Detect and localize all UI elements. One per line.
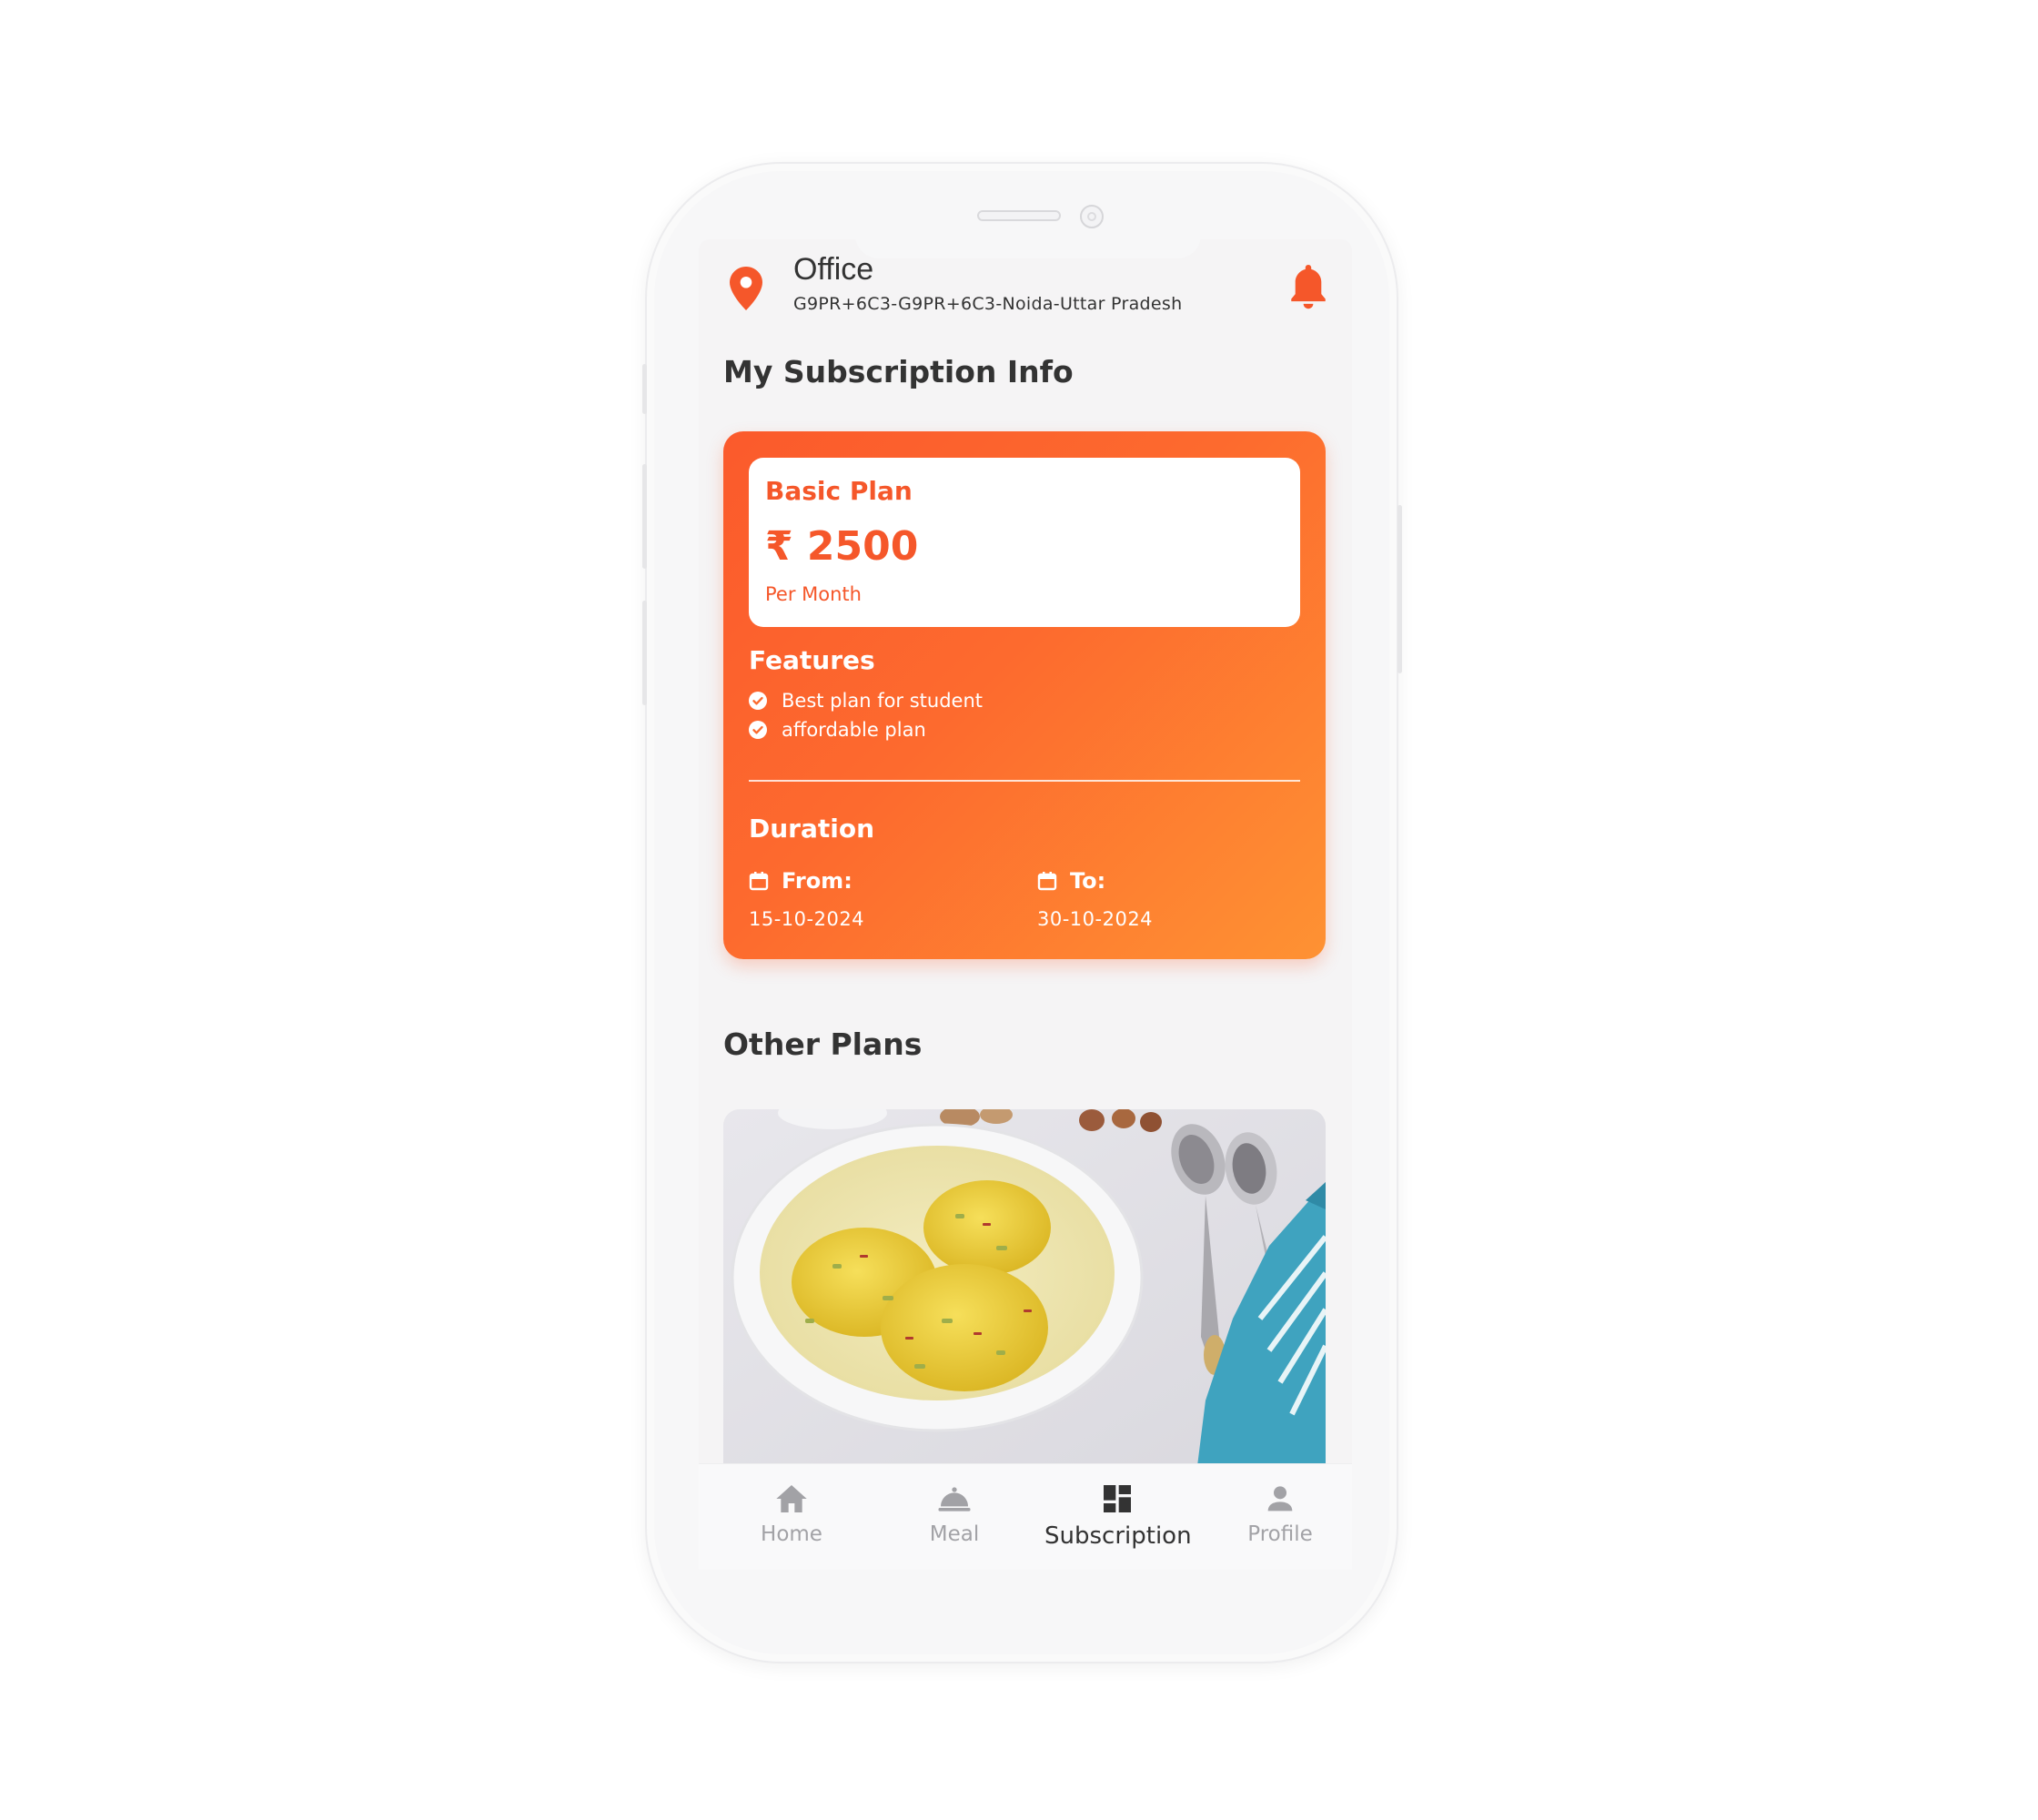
nav-item-subscription[interactable]: Subscription <box>1044 1481 1192 1550</box>
duration-heading: Duration <box>749 814 875 844</box>
location-title: Office <box>793 252 874 287</box>
card-divider <box>749 780 1300 782</box>
check-circle-icon <box>749 692 767 710</box>
plan-price: ₹ 2500 <box>765 523 919 570</box>
from-label: From: <box>782 868 853 894</box>
other-plan-card[interactable] <box>723 1109 1326 1463</box>
person-icon <box>1267 1486 1293 1512</box>
home-icon <box>776 1485 807 1512</box>
check-circle-icon <box>749 721 767 739</box>
to-date: 30-10-2024 <box>1037 908 1154 930</box>
location-address: G9PR+6C3-G9PR+6C3-Noida-Uttar Pradesh <box>793 294 1183 314</box>
plan-name: Basic Plan <box>765 476 913 506</box>
plan-food-image <box>723 1109 1326 1463</box>
nav-label: Profile <box>1247 1522 1313 1546</box>
bottom-nav-bar: Home Meal Subscription Profile <box>699 1463 1352 1570</box>
notification-bell-icon[interactable] <box>1288 265 1328 310</box>
dashboard-icon <box>1104 1485 1131 1512</box>
plan-price-box: Basic Plan ₹ 2500 Per Month <box>749 458 1300 627</box>
phone-side-button <box>642 601 647 705</box>
feature-text: affordable plan <box>782 719 926 741</box>
nav-label: Home <box>761 1522 822 1546</box>
map-pin-icon <box>730 267 762 310</box>
nav-item-home[interactable]: Home <box>719 1481 864 1546</box>
features-heading: Features <box>749 645 875 675</box>
current-plan-card[interactable]: Basic Plan ₹ 2500 Per Month Features Bes… <box>723 431 1326 959</box>
phone-side-button <box>642 464 647 569</box>
phone-notch <box>855 231 1201 258</box>
feature-item: affordable plan <box>749 717 926 743</box>
feature-item: Best plan for student <box>749 688 983 713</box>
app-screen: Office G9PR+6C3-G9PR+6C3-Noida-Uttar Pra… <box>699 239 1352 1463</box>
phone-side-button <box>642 364 647 414</box>
subscription-section-title: My Subscription Info <box>723 354 1074 389</box>
stage: Office G9PR+6C3-G9PR+6C3-Noida-Uttar Pra… <box>0 0 2038 1820</box>
nav-item-profile[interactable]: Profile <box>1207 1481 1353 1546</box>
feature-text: Best plan for student <box>782 690 984 712</box>
nav-label: Meal <box>929 1522 980 1546</box>
plan-period: Per Month <box>765 583 862 605</box>
to-label-row: To: <box>1037 868 1105 894</box>
other-plans-section-title: Other Plans <box>723 1026 923 1062</box>
calendar-icon <box>749 872 769 891</box>
calendar-icon <box>1037 872 1057 891</box>
phone-speaker <box>977 210 1061 221</box>
nav-item-meal[interactable]: Meal <box>882 1481 1027 1546</box>
phone-side-button <box>1397 505 1402 673</box>
to-label: To: <box>1070 868 1106 894</box>
from-label-row: From: <box>749 868 853 894</box>
meal-cloche-icon <box>938 1487 971 1512</box>
from-date: 15-10-2024 <box>749 908 865 930</box>
phone-camera <box>1080 205 1104 228</box>
nav-label: Subscription <box>1044 1522 1192 1550</box>
